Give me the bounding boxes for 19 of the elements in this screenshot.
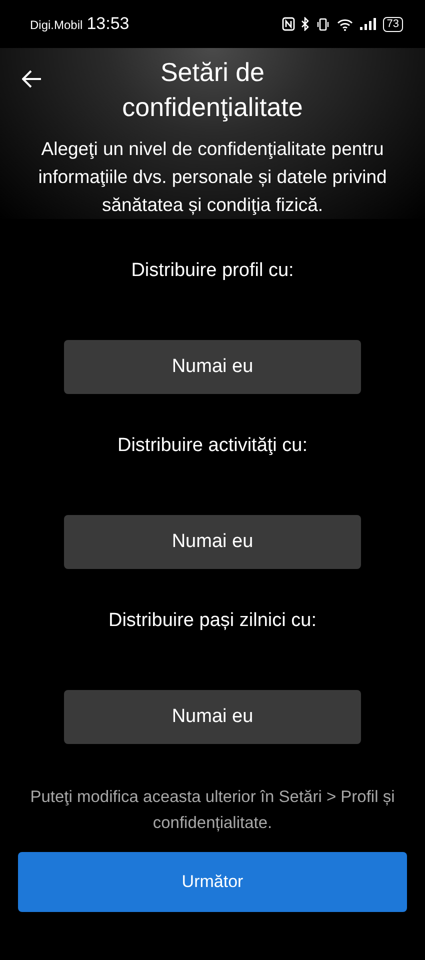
nfc-icon	[282, 17, 295, 31]
setting-label: Distribuire activităţi cu:	[117, 434, 308, 458]
battery-level: 73	[382, 16, 403, 32]
sharing-option-button[interactable]: Numai eu	[64, 515, 361, 569]
description-text: Alegeţi un nivel de confidenţialitate pentru informaţiile dvs. personale și datele privind sănătatea și condiţia fizică.	[37, 137, 388, 217]
next-button[interactable]: Următor	[18, 852, 407, 912]
wifi-icon	[336, 17, 354, 31]
clock-time: 13:53	[86, 14, 130, 34]
footer-note: Puteţi modifica aceasta ulterior în Setări > Profil și confidențialitate.	[29, 787, 396, 834]
back-arrow-icon	[22, 70, 42, 88]
sharing-option-button[interactable]: Numai eu	[64, 340, 361, 394]
vibrate-icon	[316, 18, 330, 30]
bluetooth-icon	[300, 17, 310, 31]
carrier-name: Digi.Mobil	[30, 18, 83, 32]
sharing-option-button[interactable]: Numai eu	[64, 690, 361, 744]
signal-icon	[360, 18, 377, 30]
setting-label: Distribuire profil cu:	[131, 259, 294, 283]
setting-label: Distribuire pași zilnici cu:	[108, 609, 316, 633]
page-title: Setări de confidenţialitate	[121, 56, 304, 124]
